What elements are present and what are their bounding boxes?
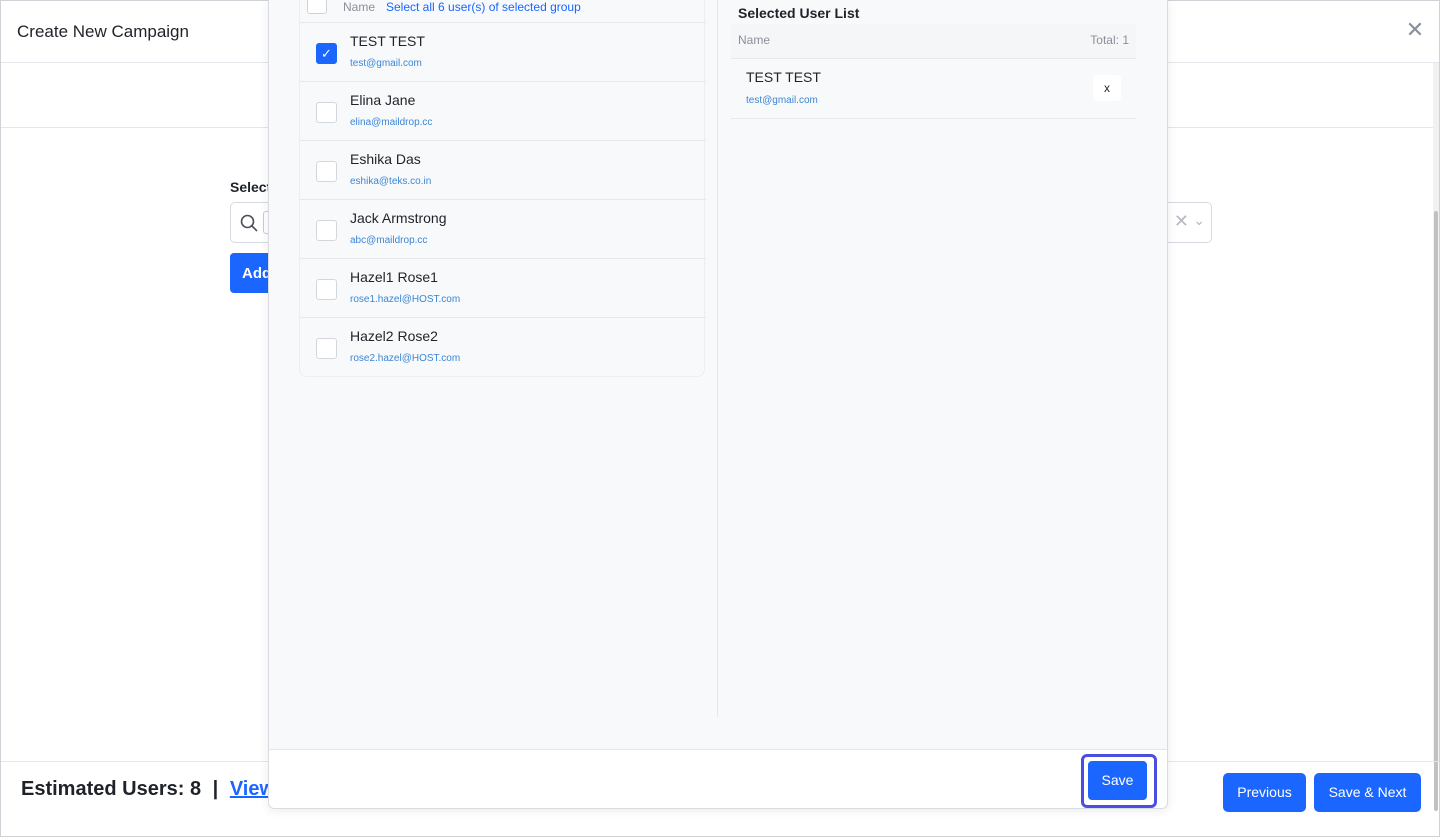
user-list-header: Name Select all 6 user(s) of selected gr… xyxy=(300,0,706,23)
select-all-link[interactable]: Select all 6 user(s) of selected group xyxy=(386,0,581,14)
list-item[interactable]: Hazel2 Rose2 rose2.hazel@HOST.com xyxy=(300,318,706,377)
user-select-modal: Name Select all 6 user(s) of selected gr… xyxy=(268,0,1168,809)
name-column-header: Name xyxy=(343,0,376,14)
user-name: Elina Jane xyxy=(350,92,416,108)
user-name: Hazel2 Rose2 xyxy=(350,328,438,344)
select-label: Select xyxy=(230,179,272,195)
selected-user-email: test@gmail.com xyxy=(746,95,818,106)
checkbox[interactable] xyxy=(316,102,337,123)
page-title: Create New Campaign xyxy=(17,22,189,41)
list-item[interactable]: Elina Jane elina@maildrop.cc xyxy=(300,82,706,141)
user-email: test@gmail.com xyxy=(350,58,422,69)
user-email: eshika@teks.co.in xyxy=(350,176,432,187)
user-name: Jack Armstrong xyxy=(350,210,447,226)
save-next-button[interactable]: Save & Next xyxy=(1314,773,1421,812)
list-item[interactable]: Eshika Das eshika@teks.co.in xyxy=(300,141,706,200)
selected-list-header: Name Total: 1 xyxy=(731,24,1136,59)
user-name: Eshika Das xyxy=(350,151,421,167)
chevron-down-icon[interactable]: ⌄ xyxy=(1193,212,1205,229)
selected-user-name: TEST TEST xyxy=(746,69,821,85)
list-item[interactable]: ✓ TEST TEST test@gmail.com xyxy=(300,23,706,82)
estimated-users: Estimated Users: 8 | View xyxy=(21,778,275,801)
checkbox[interactable] xyxy=(316,161,337,182)
user-name: Hazel1 Rose1 xyxy=(350,269,438,285)
search-icon xyxy=(240,214,258,232)
column-divider xyxy=(717,0,718,717)
scrollbar-thumb[interactable] xyxy=(1434,211,1438,811)
checkbox[interactable] xyxy=(316,279,337,300)
save-button[interactable]: Save xyxy=(1088,761,1147,800)
user-email: abc@maildrop.cc xyxy=(350,235,428,246)
user-email: rose1.hazel@HOST.com xyxy=(350,294,461,305)
selected-list-title: Selected User List xyxy=(738,5,860,21)
modal-footer: Save xyxy=(269,749,1167,808)
remove-button[interactable]: x xyxy=(1093,75,1121,101)
checkbox[interactable] xyxy=(316,338,337,359)
user-name: TEST TEST xyxy=(350,33,425,49)
previous-button[interactable]: Previous xyxy=(1223,773,1306,812)
checkbox[interactable] xyxy=(316,220,337,241)
separator: | xyxy=(212,778,219,800)
save-focus-ring: Save xyxy=(1081,754,1157,808)
select-all-checkbox[interactable] xyxy=(307,0,327,14)
clear-icon[interactable]: ✕ xyxy=(1174,211,1189,232)
user-list: Name Select all 6 user(s) of selected gr… xyxy=(299,0,706,377)
scrollbar[interactable] xyxy=(1433,63,1439,811)
user-email: elina@maildrop.cc xyxy=(350,117,433,128)
selected-list-item: TEST TEST test@gmail.com x xyxy=(731,59,1136,119)
list-item[interactable]: Hazel1 Rose1 rose1.hazel@HOST.com xyxy=(300,259,706,318)
user-email: rose2.hazel@HOST.com xyxy=(350,353,461,364)
close-icon[interactable]: ✕ xyxy=(1405,19,1425,41)
checkbox-checked[interactable]: ✓ xyxy=(316,43,337,64)
total-count: Total: 1 xyxy=(1090,33,1129,47)
list-item[interactable]: Jack Armstrong abc@maildrop.cc xyxy=(300,200,706,259)
name-column-header: Name xyxy=(738,33,771,47)
estimated-users-text: Estimated Users: 8 xyxy=(21,778,202,800)
